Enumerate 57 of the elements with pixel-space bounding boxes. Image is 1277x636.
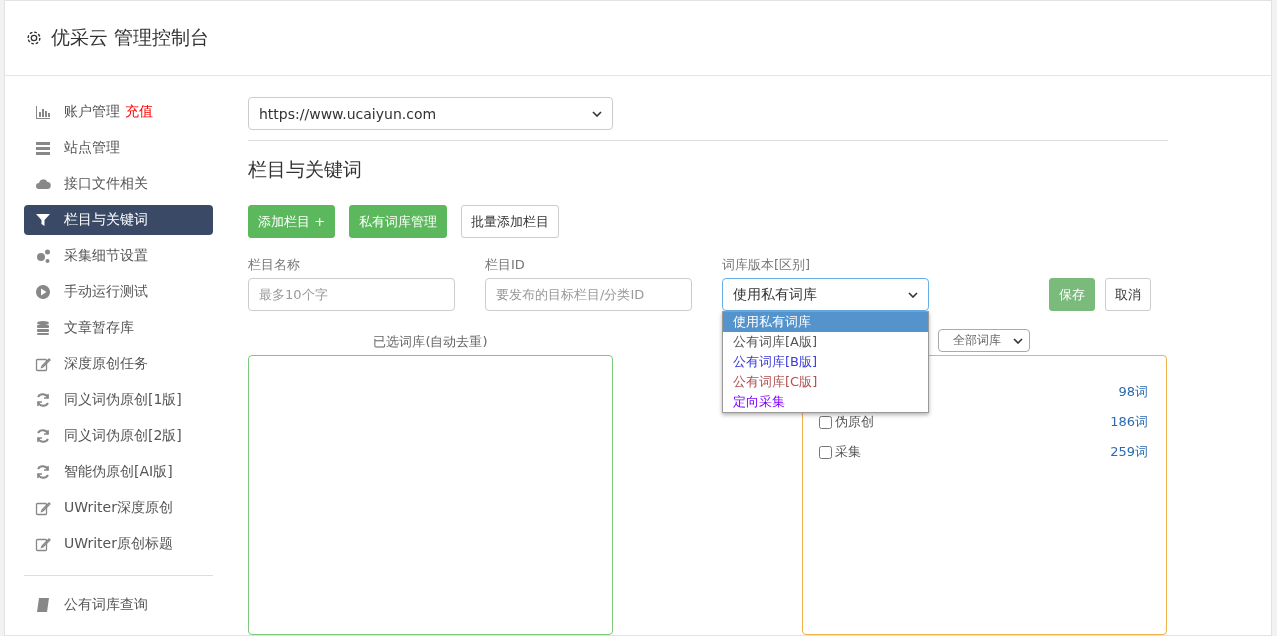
settings-icon bbox=[25, 29, 43, 47]
sidebar-icon bbox=[35, 356, 51, 372]
sidebar-icon bbox=[35, 597, 51, 613]
panel-title: 已选词库(自动去重) bbox=[372, 333, 489, 351]
sidebar-item[interactable]: 账户管理 充值 bbox=[24, 97, 213, 127]
sidebar-icon bbox=[35, 392, 51, 408]
input-field[interactable]: 最多10个字 bbox=[248, 278, 455, 311]
sidebar-item[interactable]: 站点管理 bbox=[24, 133, 213, 163]
sidebar-item[interactable]: 手动运行测试 bbox=[24, 277, 213, 307]
app-title: 优采云 管理控制台 bbox=[51, 25, 210, 50]
sidebar-icon bbox=[35, 536, 51, 552]
sidebar-item[interactable]: 公有词库查询 bbox=[24, 590, 213, 620]
section-title: 栏目与关键词 bbox=[248, 157, 363, 181]
sidebar-item[interactable]: 同义词伪原创[2版] bbox=[24, 421, 213, 451]
dropdown-option[interactable]: 公有词库[C版] bbox=[723, 372, 928, 392]
sidebar-icon bbox=[35, 284, 51, 300]
sidebar-icon bbox=[35, 464, 51, 480]
sidebar-icon bbox=[35, 140, 51, 156]
sidebar-item[interactable]: 栏目与关键词 bbox=[24, 205, 213, 235]
dropdown-option[interactable]: 定向采集 bbox=[723, 392, 928, 412]
field-label: 栏目名称 bbox=[248, 256, 301, 274]
sidebar-item[interactable]: 同义词伪原创[1版] bbox=[24, 385, 213, 415]
input-field[interactable]: 要发布的目标栏目/分类ID bbox=[485, 278, 692, 311]
sidebar-item[interactable]: 接口文件相关 bbox=[24, 169, 213, 199]
sidebar-icon bbox=[35, 248, 51, 264]
sidebar-item[interactable]: 文章暂存库 bbox=[24, 313, 213, 343]
checkbox[interactable] bbox=[819, 445, 832, 459]
word-count: 98词 bbox=[1118, 383, 1148, 401]
sidebar-item[interactable]: 采集细节设置 bbox=[24, 241, 213, 271]
caret-icon bbox=[592, 110, 602, 117]
sidebar-icon bbox=[35, 176, 51, 192]
sidebar-item[interactable]: 深度原创任务 bbox=[24, 349, 213, 379]
dropdown-option[interactable]: 公有词库[B版] bbox=[723, 352, 928, 372]
caret-icon bbox=[1013, 337, 1023, 344]
caret-icon bbox=[908, 291, 918, 298]
sidebar-icon bbox=[35, 500, 51, 516]
library-name: 采集 bbox=[835, 443, 861, 461]
word-count: 186词 bbox=[1110, 413, 1148, 431]
field-label: 词库版本[区别] bbox=[722, 256, 812, 274]
checkbox[interactable] bbox=[819, 415, 832, 429]
sidebar-icon bbox=[35, 320, 51, 336]
sidebar-item[interactable]: UWriter原创标题 bbox=[24, 529, 213, 559]
dropdown-option[interactable]: 公有词库[A版] bbox=[723, 332, 928, 352]
library-name: 伪原创 bbox=[835, 413, 874, 431]
library-filter-select[interactable]: 全部词库 bbox=[938, 329, 1030, 352]
site-select[interactable]: https://www.ucaiyun.com bbox=[248, 97, 613, 130]
word-count: 259词 bbox=[1110, 443, 1148, 461]
field-label: 栏目ID bbox=[485, 256, 526, 274]
sidebar-item[interactable]: UWriter深度原创 bbox=[24, 493, 213, 523]
action-button[interactable]: 批量添加栏目 bbox=[461, 205, 560, 238]
recharge-link[interactable]: 充值 bbox=[125, 103, 153, 121]
sidebar-icon bbox=[35, 212, 51, 228]
sidebar-icon bbox=[35, 104, 51, 120]
sidebar-item[interactable]: 智能伪原创[AI版] bbox=[24, 457, 213, 487]
sidebar-icon bbox=[35, 428, 51, 444]
form-button[interactable]: 取消 bbox=[1105, 278, 1151, 311]
library-version-select[interactable]: 使用私有词库 bbox=[722, 278, 929, 311]
